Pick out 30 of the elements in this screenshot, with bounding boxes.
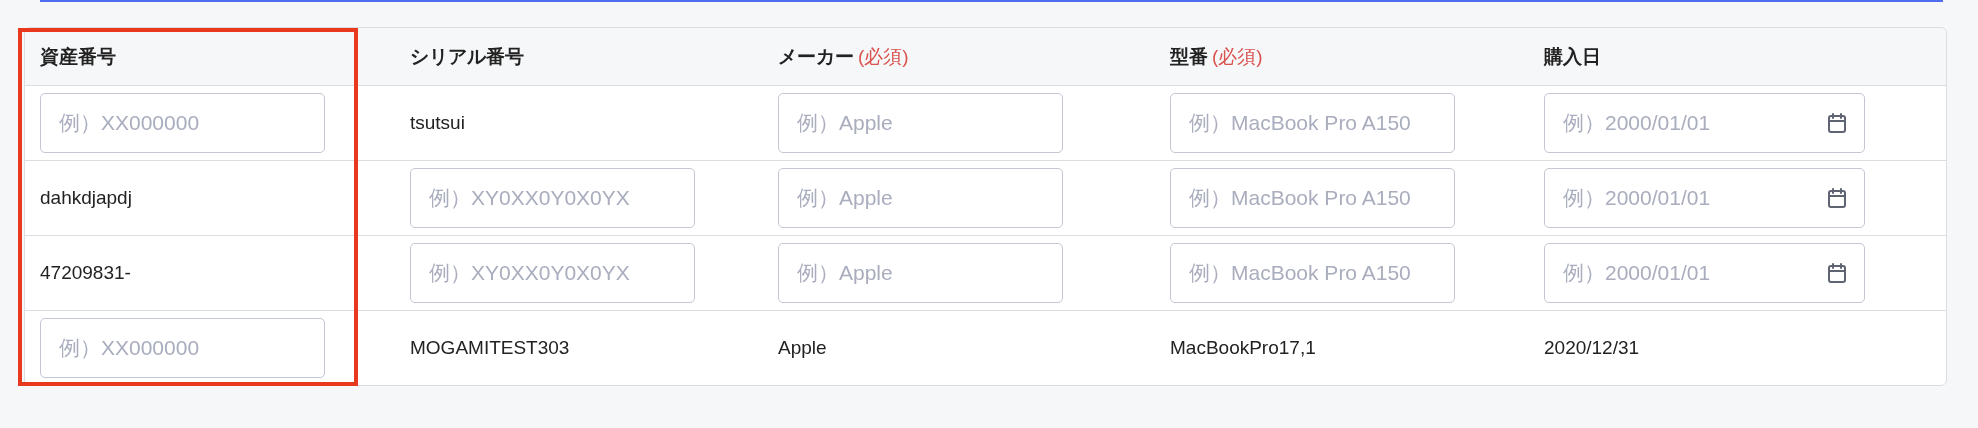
column-header: メーカー [778,44,854,69]
date-field[interactable]: 例）2000/01/01 [1544,93,1865,153]
table-cell: tsutsui [410,112,465,134]
text-field[interactable]: 例）XY0XX0Y0X0YX [410,243,695,303]
text-field[interactable]: 例）MacBook Pro A150 [1170,243,1455,303]
calendar-icon[interactable] [1825,111,1849,135]
calendar-icon[interactable] [1825,186,1849,210]
text-field[interactable]: 例）Apple [778,168,1063,228]
column-header: 資産番号 [40,44,116,69]
required-note: (必須) [858,44,909,69]
text-field[interactable]: 例）XX000000 [40,318,325,378]
column-header: シリアル番号 [410,44,524,69]
table-cell: 2020/12/31 [1544,337,1640,359]
required-note: (必須) [1212,44,1263,69]
text-field[interactable]: 例）Apple [778,93,1063,153]
text-field[interactable]: 例）XX000000 [40,93,325,153]
column-header: 購入日 [1544,44,1601,69]
text-field[interactable]: 例）Apple [778,243,1063,303]
text-field[interactable]: 例）XY0XX0Y0X0YX [410,168,695,228]
date-field[interactable]: 例）2000/01/01 [1544,168,1865,228]
text-field[interactable]: 例）MacBook Pro A150 [1170,93,1455,153]
table-cell: MOGAMITEST303 [410,337,570,359]
table-cell: 47209831- [40,262,131,284]
text-field[interactable]: 例）MacBook Pro A150 [1170,168,1455,228]
table-cell: Apple [778,337,827,359]
calendar-icon[interactable] [1825,261,1849,285]
column-header: 型番 [1170,44,1208,69]
table-cell: dahkdjapdj [40,187,132,209]
table-cell: MacBookPro17,1 [1170,337,1316,359]
date-field[interactable]: 例）2000/01/01 [1544,243,1865,303]
